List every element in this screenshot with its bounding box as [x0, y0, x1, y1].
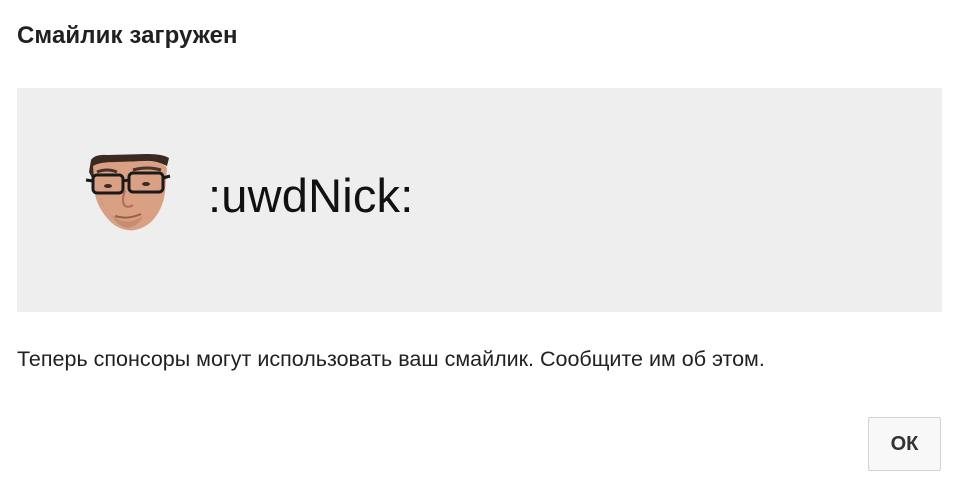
ok-button[interactable]: ОК: [868, 417, 941, 471]
dialog-title: Смайлик загружен: [17, 22, 238, 49]
emoji-preview: :uwdNick:: [17, 88, 942, 312]
emoji-uploaded-dialog: Смайлик загружен :uwdNick: Теперь спонсо…: [0, 0, 974, 492]
face-emoji-icon: [85, 154, 171, 231]
dialog-message: Теперь спонсоры могут использовать ваш с…: [17, 347, 765, 371]
emoji-code: :uwdNick:: [208, 169, 414, 222]
